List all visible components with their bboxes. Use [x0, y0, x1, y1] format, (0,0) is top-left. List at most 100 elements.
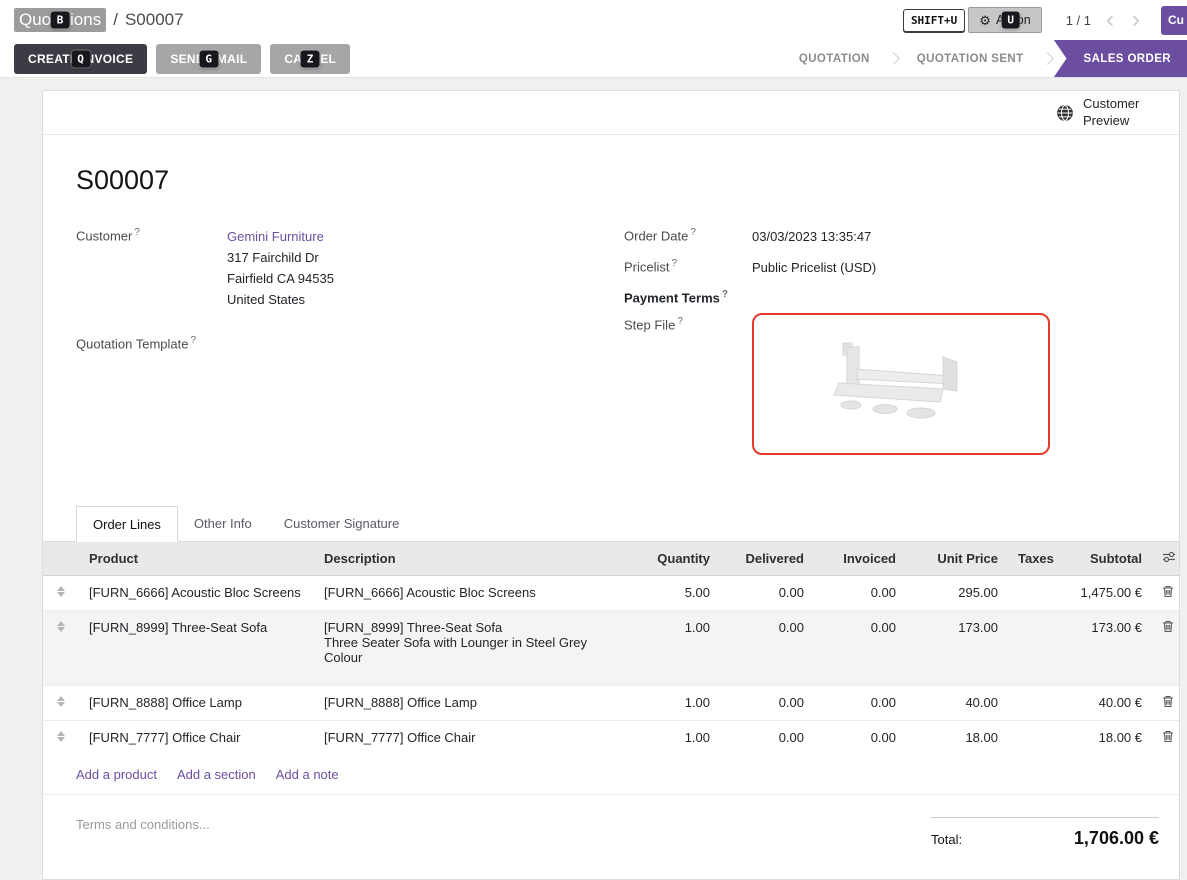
row-cell-unit-price[interactable]: 173.00 — [906, 611, 1008, 686]
row-cell-product[interactable]: [FURN_6666] Acoustic Bloc Screens — [79, 576, 314, 611]
delete-line-button[interactable] — [1162, 730, 1174, 745]
quotation-template-field-label: Quotation Template? — [76, 334, 227, 351]
row-cell-product[interactable]: [FURN_8888] Office Lamp — [79, 686, 314, 721]
row-cell-quantity[interactable]: 5.00 — [632, 576, 720, 611]
help-question-mark[interactable]: ? — [677, 316, 683, 327]
row-cell-subtotal: 18.00 € — [1052, 721, 1152, 756]
field-column-left: Customer? Gemini Furniture 317 Fairchild… — [76, 226, 598, 464]
breadcrumb-quotations-link[interactable]: Quotations B — [14, 8, 106, 32]
tab-order-lines[interactable]: Order Lines — [76, 506, 178, 542]
pricelist-field-value[interactable]: Public Pricelist (USD) — [752, 257, 876, 278]
optional-columns-toggle-icon[interactable] — [1162, 551, 1176, 565]
row-cell-product[interactable]: [FURN_8999] Three-Seat Sofa — [79, 611, 314, 686]
column-header-taxes[interactable]: Taxes — [1008, 542, 1052, 576]
customer-preview-button[interactable]: Customer Preview — [1056, 96, 1153, 129]
help-question-mark[interactable]: ? — [672, 258, 678, 269]
step-file-field-label: Step File? — [624, 315, 752, 455]
send-email-button[interactable]: SEND EMAIL G — [156, 44, 261, 74]
row-cell-description[interactable]: [FURN_6666] Acoustic Bloc Screens — [314, 576, 632, 611]
row-cell-delivered[interactable]: 0.00 — [720, 721, 814, 756]
order-line-row[interactable]: [FURN_6666] Acoustic Bloc Screens [FURN_… — [43, 576, 1179, 611]
total-label: Total: — [931, 832, 962, 847]
truncated-edge-button[interactable]: Cu — [1161, 6, 1187, 35]
row-cell-handle — [43, 686, 79, 721]
record-sheet: Customer Preview S00007 Customer? Gemini… — [42, 90, 1180, 880]
row-cell-quantity[interactable]: 1.00 — [632, 686, 720, 721]
customer-address-line3: United States — [227, 289, 334, 310]
row-cell-handle — [43, 611, 79, 686]
step-file-preview-box[interactable] — [752, 313, 1050, 455]
help-question-mark[interactable]: ? — [134, 227, 140, 238]
row-cell-unit-price[interactable]: 295.00 — [906, 576, 1008, 611]
terms-and-conditions-placeholder[interactable]: Terms and conditions... — [76, 817, 210, 832]
row-cell-delivered[interactable]: 0.00 — [720, 686, 814, 721]
add-product-link[interactable]: Add a product — [76, 767, 157, 782]
status-step-quotation[interactable]: QUOTATION — [782, 40, 887, 78]
action-menu-button[interactable]: ⚙ Action U — [968, 7, 1041, 33]
row-cell-delete — [1152, 721, 1179, 756]
tab-customer-signature[interactable]: Customer Signature — [268, 506, 416, 541]
help-question-mark[interactable]: ? — [690, 227, 696, 238]
drag-handle-icon[interactable] — [57, 620, 65, 633]
row-cell-unit-price[interactable]: 40.00 — [906, 686, 1008, 721]
order-line-row[interactable]: [FURN_7777] Office Chair [FURN_7777] Off… — [43, 721, 1179, 756]
row-cell-description[interactable]: [FURN_8888] Office Lamp — [314, 686, 632, 721]
help-question-mark[interactable]: ? — [722, 289, 728, 300]
row-cell-invoiced[interactable]: 0.00 — [814, 576, 906, 611]
gear-icon: ⚙ — [979, 14, 991, 27]
row-cell-taxes[interactable] — [1008, 721, 1052, 756]
record-title[interactable]: S00007 — [76, 165, 1146, 196]
row-cell-description[interactable]: [FURN_7777] Office Chair — [314, 721, 632, 756]
status-step-quotation-sent[interactable]: QUOTATION SENT — [900, 40, 1041, 78]
customer-link[interactable]: Gemini Furniture — [227, 226, 334, 247]
status-step-sales-order[interactable]: SALES ORDER — [1054, 40, 1187, 78]
delete-line-button[interactable] — [1162, 585, 1174, 600]
row-cell-unit-price[interactable]: 18.00 — [906, 721, 1008, 756]
row-cell-delete — [1152, 576, 1179, 611]
tab-other-info[interactable]: Other Info — [178, 506, 268, 541]
order-line-row[interactable]: [FURN_8888] Office Lamp [FURN_8888] Offi… — [43, 686, 1179, 721]
row-cell-invoiced[interactable]: 0.00 — [814, 721, 906, 756]
row-cell-delete — [1152, 611, 1179, 686]
column-header-delivered[interactable]: Delivered — [720, 542, 814, 576]
customer-preview-label: Customer Preview — [1083, 96, 1153, 129]
order-line-row[interactable]: [FURN_8999] Three-Seat Sofa [FURN_8999] … — [43, 611, 1179, 686]
field-column-right: Order Date? 03/03/2023 13:35:47 Pricelis… — [624, 226, 1146, 464]
column-header-unit-price[interactable]: Unit Price — [906, 542, 1008, 576]
delete-line-button[interactable] — [1162, 620, 1174, 635]
row-cell-delivered[interactable]: 0.00 — [720, 611, 814, 686]
top-navigation-bar: Quotations B / S00007 SHIFT+U ⚙ Action U… — [0, 0, 1187, 40]
row-cell-quantity[interactable]: 1.00 — [632, 721, 720, 756]
pager-previous-icon[interactable]: ‹ — [1097, 8, 1123, 32]
add-note-link[interactable]: Add a note — [276, 767, 339, 782]
customer-field-label: Customer? — [76, 226, 227, 310]
column-header-product[interactable]: Product — [79, 542, 314, 576]
row-cell-quantity[interactable]: 1.00 — [632, 611, 720, 686]
trash-icon — [1162, 695, 1174, 708]
column-header-invoiced[interactable]: Invoiced — [814, 542, 906, 576]
row-cell-invoiced[interactable]: 0.00 — [814, 611, 906, 686]
create-invoice-button[interactable]: CREATE INVOICE Q — [14, 44, 147, 74]
form-view-content: Customer Preview S00007 Customer? Gemini… — [0, 78, 1187, 827]
delete-line-button[interactable] — [1162, 695, 1174, 710]
column-header-quantity[interactable]: Quantity — [632, 542, 720, 576]
row-cell-invoiced[interactable]: 0.00 — [814, 686, 906, 721]
pager-next-icon[interactable]: › — [1123, 8, 1149, 32]
drag-handle-icon[interactable] — [57, 695, 65, 708]
cancel-button[interactable]: CANCEL Z — [270, 44, 350, 74]
totals-block: Total: 1,706.00 € — [931, 817, 1159, 849]
drag-handle-icon[interactable] — [57, 730, 65, 743]
add-section-link[interactable]: Add a section — [177, 767, 256, 782]
order-date-field-value[interactable]: 03/03/2023 13:35:47 — [752, 226, 871, 247]
row-cell-taxes[interactable] — [1008, 576, 1052, 611]
status-separator-chevron-icon — [887, 52, 900, 65]
row-cell-description[interactable]: [FURN_8999] Three-Seat SofaThree Seater … — [314, 611, 632, 686]
row-cell-delivered[interactable]: 0.00 — [720, 576, 814, 611]
row-cell-product[interactable]: [FURN_7777] Office Chair — [79, 721, 314, 756]
column-header-subtotal[interactable]: Subtotal — [1052, 542, 1152, 576]
drag-handle-icon[interactable] — [57, 585, 65, 598]
help-question-mark[interactable]: ? — [191, 335, 197, 346]
column-header-description[interactable]: Description — [314, 542, 632, 576]
row-cell-taxes[interactable] — [1008, 686, 1052, 721]
row-cell-taxes[interactable] — [1008, 611, 1052, 686]
